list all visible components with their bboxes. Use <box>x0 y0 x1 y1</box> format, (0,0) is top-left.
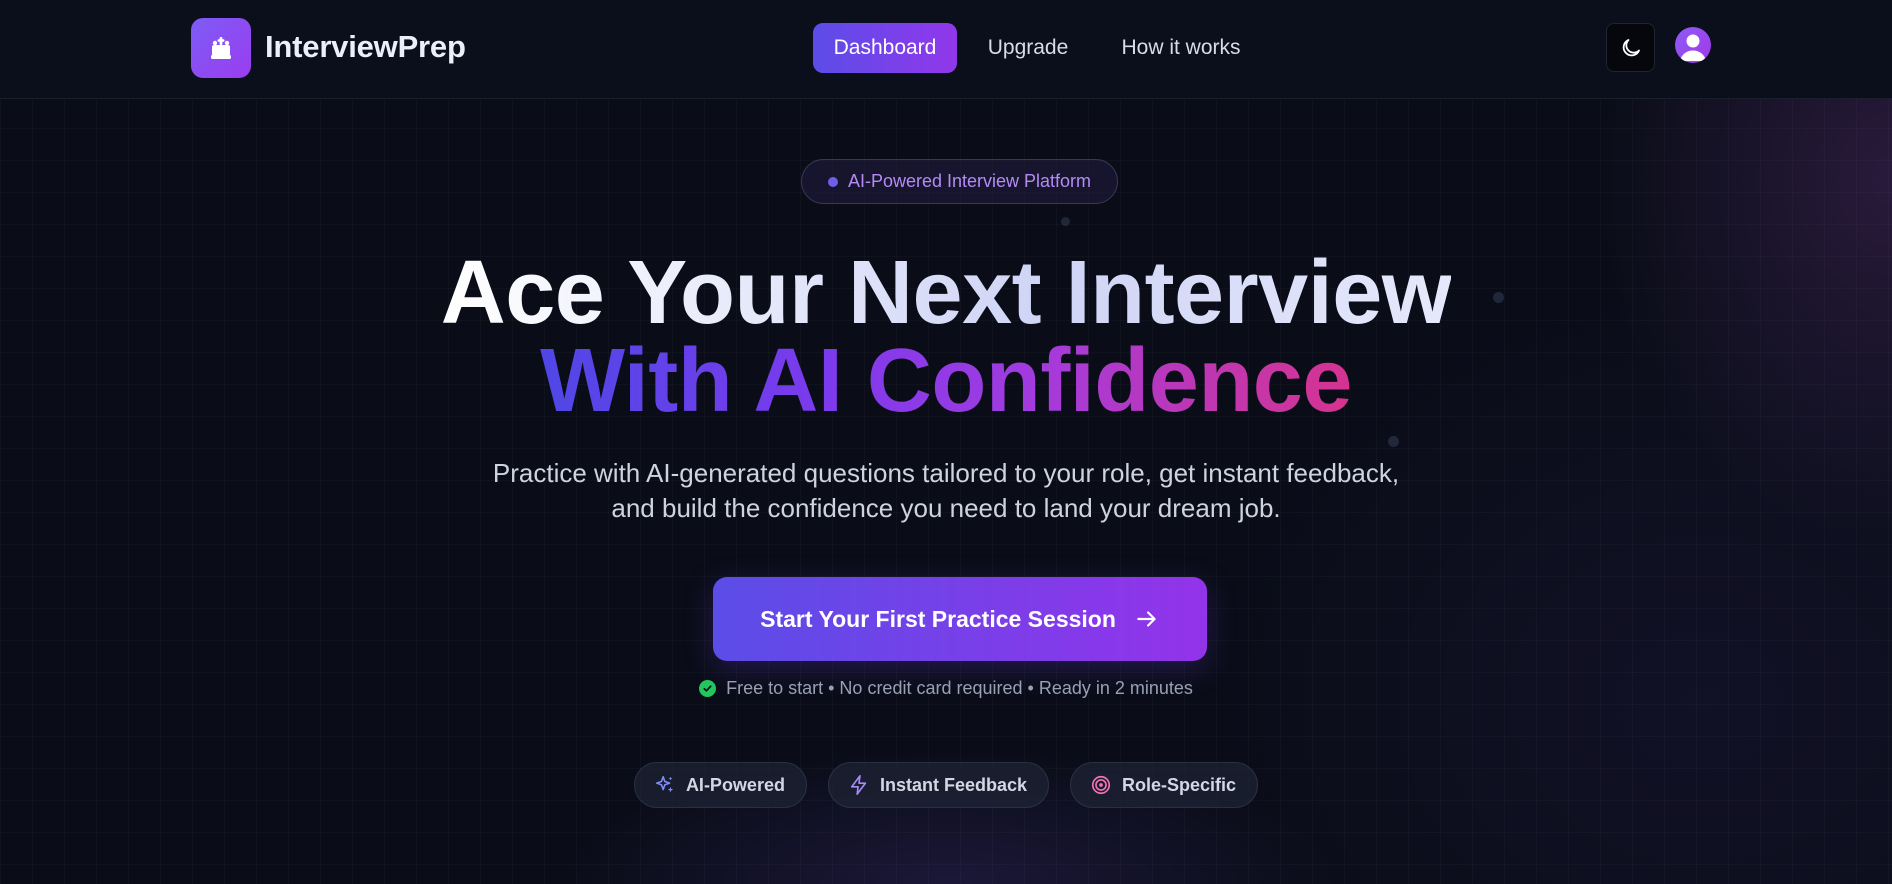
arrow-right-icon <box>1137 611 1156 627</box>
signup-note: Free to start • No credit card required … <box>0 678 1892 699</box>
feature-instant-feedback: Instant Feedback <box>827 762 1050 808</box>
nav-how-it-works[interactable]: How it works <box>1108 23 1254 73</box>
headline-line-2: With AI Confidence <box>540 331 1352 431</box>
lightning-icon <box>850 775 867 795</box>
top-navbar: InterviewPrep Dashboard Upgrade How it w… <box>0 0 1892 99</box>
sparkles-icon <box>655 775 674 793</box>
feature-label: Role-Specific <box>1122 774 1237 795</box>
chess-king-icon <box>211 37 231 59</box>
subtitle-line-2: and build the confidence you need to lan… <box>611 493 1281 523</box>
nav-dashboard[interactable]: Dashboard <box>813 23 957 73</box>
brand-name[interactable]: InterviewPrep <box>265 29 466 65</box>
badge-label: AI-Powered Interview Platform <box>847 171 1092 191</box>
feature-role-specific: Role-Specific <box>1070 762 1259 808</box>
feature-label: Instant Feedback <box>879 774 1028 795</box>
badge-dot <box>827 176 838 187</box>
feature-pills: AI-Powered Instant Feedback Role-Specifi… <box>0 762 1892 808</box>
cta-label: Start Your First Practice Session <box>760 605 1116 632</box>
platform-badge: AI-Powered Interview Platform <box>801 159 1118 204</box>
decor-dot <box>1388 436 1399 447</box>
subtitle-line-1: Practice with AI-generated questions tai… <box>492 458 1400 488</box>
theme-toggle-button[interactable] <box>1606 23 1655 72</box>
nav-upgrade[interactable]: Upgrade <box>976 23 1080 73</box>
decor-dot <box>1061 217 1070 226</box>
note-text: Free to start • No credit card required … <box>726 678 1193 698</box>
user-avatar[interactable] <box>1675 27 1711 63</box>
logo-icon[interactable] <box>191 18 251 78</box>
feature-ai-powered: AI-Powered <box>633 762 807 808</box>
user-icon <box>1680 34 1706 61</box>
moon-icon <box>1622 38 1640 56</box>
background-grid <box>0 0 1892 884</box>
check-circle-icon <box>699 680 717 697</box>
start-practice-button[interactable]: Start Your First Practice Session <box>713 577 1207 661</box>
feature-label: AI-Powered <box>685 774 785 795</box>
target-icon <box>1091 775 1111 795</box>
